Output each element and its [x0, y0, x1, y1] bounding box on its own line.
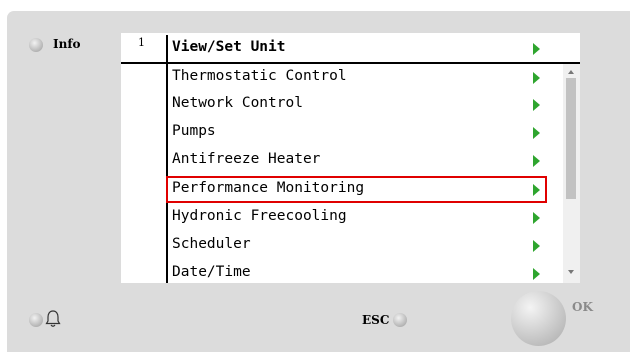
menu-item-label: Date/Time [172, 264, 251, 280]
info-led-button[interactable] [29, 38, 43, 52]
menu-item-pumps[interactable]: Pumps [166, 119, 547, 146]
menu-item-label: Antifreeze Heater [172, 151, 321, 167]
chevron-right-icon [533, 99, 540, 111]
menu-item-label: Pumps [172, 123, 216, 139]
menu-title-row[interactable]: View/Set Unit [166, 35, 580, 62]
menu-item-antifreeze-heater[interactable]: Antifreeze Heater [166, 147, 547, 174]
chevron-right-icon [533, 184, 540, 196]
esc-label: ESC [362, 313, 390, 327]
menu-item-date-time[interactable]: Date/Time [166, 260, 547, 283]
ok-label: OK [572, 300, 593, 314]
chevron-right-icon [533, 155, 540, 167]
chevron-right-icon [533, 268, 540, 280]
chevron-right-icon [533, 127, 540, 139]
menu-title: View/Set Unit [172, 39, 286, 55]
scroll-down-icon[interactable] [568, 270, 574, 274]
menu-number: 1 [138, 36, 145, 49]
bell-icon[interactable] [45, 309, 61, 329]
menu-item-network-control[interactable]: Network Control [166, 91, 547, 118]
scroll-up-icon[interactable] [568, 70, 574, 74]
menu-item-label: Network Control [172, 95, 303, 111]
menu-item-hydronic-freecooling[interactable]: Hydronic Freecooling [166, 204, 547, 231]
menu-item-performance-monitoring[interactable]: Performance Monitoring [166, 176, 547, 203]
menu-item-thermostatic-control[interactable]: Thermostatic Control [166, 64, 547, 91]
menu-item-scheduler[interactable]: Scheduler [166, 232, 547, 259]
menu-item-label: Performance Monitoring [172, 180, 365, 196]
scroll-thumb[interactable] [566, 78, 576, 199]
menu-item-label: Hydronic Freecooling [172, 208, 347, 224]
chevron-right-icon [533, 240, 540, 252]
menu-item-label: Scheduler [172, 236, 251, 252]
info-label: Info [53, 37, 81, 51]
ok-button[interactable] [511, 291, 566, 346]
title-arrow-icon [533, 43, 540, 55]
menu-item-label: Thermostatic Control [172, 68, 347, 84]
esc-led-button[interactable] [393, 313, 407, 327]
alarm-led-button[interactable] [29, 313, 43, 327]
menu-scrollbar[interactable] [563, 64, 580, 283]
chevron-right-icon [533, 72, 540, 84]
chevron-right-icon [533, 212, 540, 224]
